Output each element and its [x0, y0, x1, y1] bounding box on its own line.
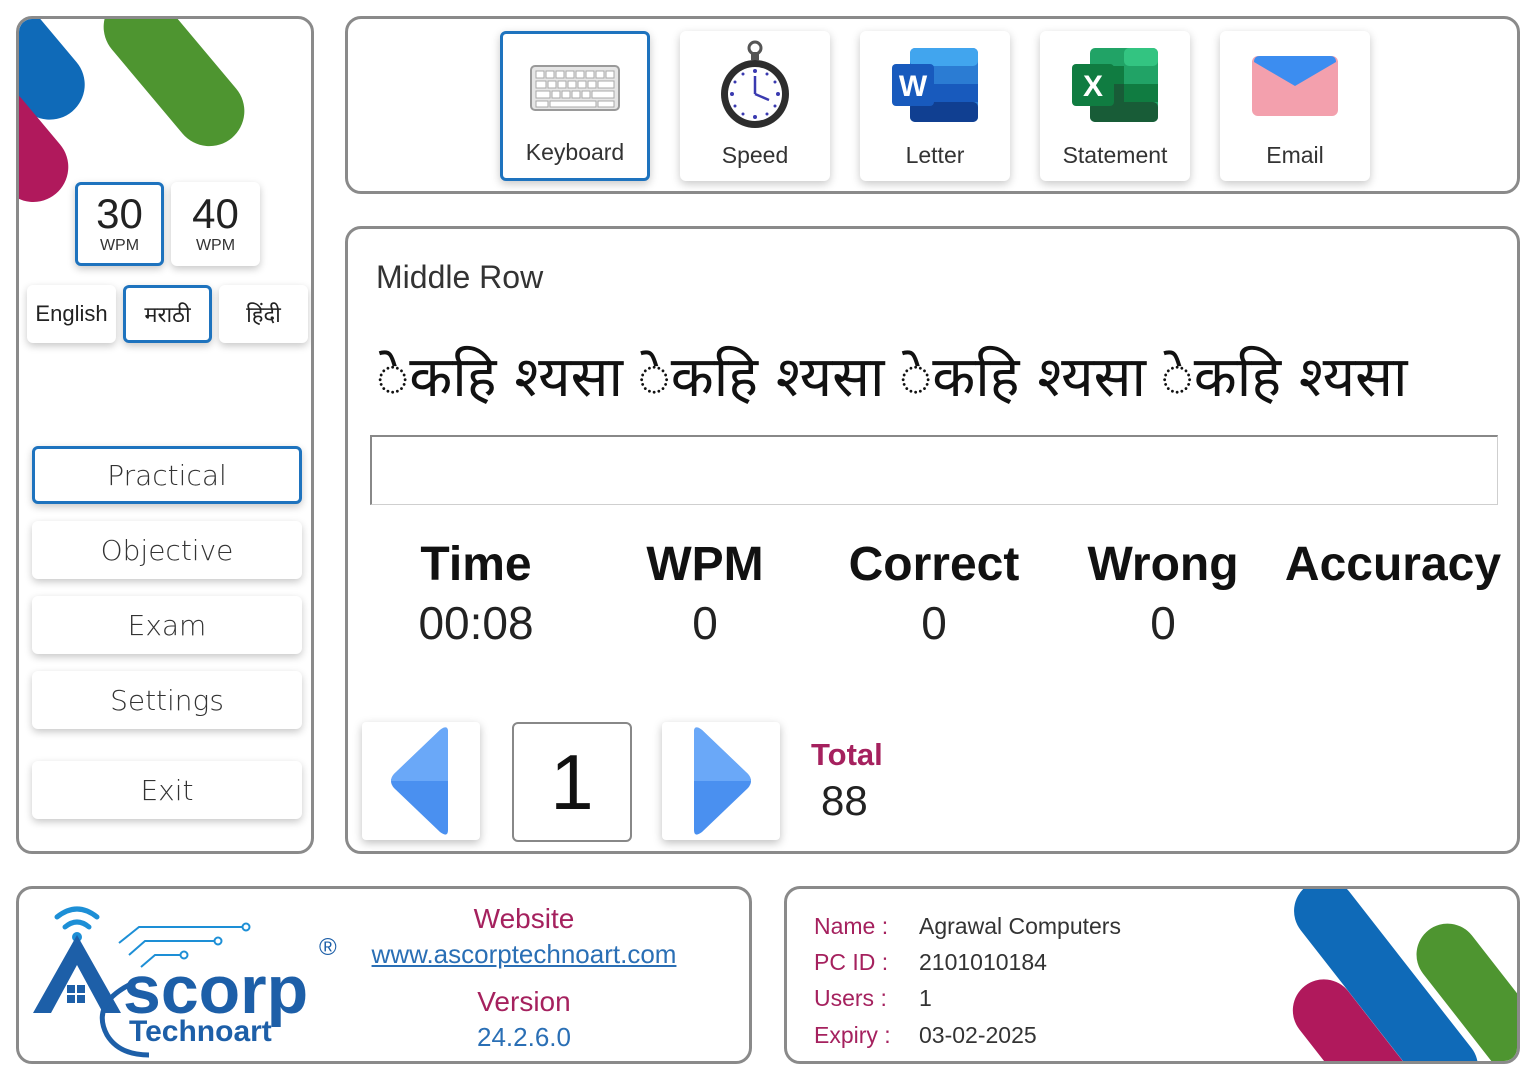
speed-unit: WPM: [195, 237, 236, 254]
stat-label: WPM: [646, 538, 764, 591]
language-english-button[interactable]: English: [27, 285, 116, 343]
speed-value: 30: [96, 190, 143, 237]
settings-button[interactable]: Settings: [32, 671, 302, 729]
page-number: 1: [512, 722, 632, 842]
users-value: 1: [919, 985, 932, 1011]
statement-tool-button[interactable]: X Statement: [1040, 31, 1190, 181]
stat-label: Accuracy: [1284, 538, 1502, 591]
expiry-label: Expiry :: [814, 1022, 891, 1048]
objective-button[interactable]: Objective: [32, 521, 302, 579]
stat-value: 0: [1150, 597, 1176, 649]
excel-icon: X: [1040, 45, 1190, 125]
speed-tool-button[interactable]: Speed: [680, 31, 830, 181]
tool-label: Keyboard: [525, 139, 625, 165]
stat-value: 00:08: [418, 597, 534, 649]
brand-stripe-green: [89, 19, 259, 161]
svg-text:X: X: [1083, 70, 1103, 103]
stopwatch-icon: [680, 40, 830, 128]
brand-registered: ®: [319, 934, 337, 961]
email-tool-button[interactable]: Email: [1220, 31, 1370, 181]
menu-label: Practical: [107, 458, 227, 492]
version-value: 24.2.6.0: [477, 1022, 571, 1052]
stat-label: Wrong: [1087, 538, 1239, 591]
total-label: Total: [811, 737, 883, 772]
users-label: Users :: [814, 985, 887, 1011]
speed-30-wpm-button[interactable]: 30 WPM: [75, 182, 164, 266]
speed-40-wpm-button[interactable]: 40 WPM: [171, 182, 260, 266]
pc-id-value: 2101010184: [919, 949, 1047, 975]
speed-value: 40: [192, 190, 239, 237]
menu-label: Exam: [127, 608, 207, 642]
practical-button[interactable]: Practical: [32, 446, 302, 504]
stat-value: 0: [921, 597, 947, 649]
previous-page-button[interactable]: [362, 722, 480, 840]
accuracy-stat: Accuracy: [1283, 537, 1503, 596]
keyboard-icon: [503, 48, 647, 128]
lesson-title: Middle Row: [376, 259, 544, 295]
name-label: Name :: [814, 913, 889, 939]
arrow-left-icon: [391, 727, 448, 835]
stat-label: Time: [420, 538, 532, 591]
sidebar: 30 WPM 40 WPM English मराठी हिंदी Practi…: [16, 16, 314, 854]
word-icon: W: [860, 45, 1010, 125]
email-icon: [1220, 45, 1370, 125]
brand-panel: scorp ® Technoart Website www.ascorptech…: [16, 886, 752, 1064]
language-marathi-button[interactable]: मराठी: [123, 285, 212, 343]
arrow-right-icon: [694, 727, 751, 835]
wrong-stat: Wrong 0: [1053, 537, 1273, 650]
practice-panel: Middle Row ेकहि श्यसा ेकहि श्यसा ेकहि श्…: [345, 226, 1520, 854]
version-label: Version: [477, 986, 571, 1017]
tool-label: Statement: [1062, 142, 1168, 168]
menu-label: Settings: [110, 683, 224, 717]
letter-tool-button[interactable]: W Letter: [860, 31, 1010, 181]
tool-label: Email: [1266, 142, 1324, 168]
tool-bar: Keyboard Speed W Letter X Statement Emai…: [345, 16, 1520, 194]
stat-label: Correct: [848, 538, 1020, 591]
speed-unit: WPM: [99, 237, 140, 254]
license-panel: Name : Agrawal Computers PC ID : 2101010…: [784, 886, 1520, 1064]
language-label: English: [35, 301, 108, 326]
pc-id-label: PC ID :: [814, 949, 889, 975]
time-stat: Time 00:08: [366, 537, 586, 650]
exit-button[interactable]: Exit: [32, 761, 302, 819]
lesson-text: ेकहि श्यसा ेकहि श्यसा ेकहि श्यसा ेकहि श्…: [376, 345, 1408, 410]
website-link[interactable]: www.ascorptechnoart.com: [359, 939, 689, 970]
tool-label: Letter: [905, 142, 965, 168]
expiry-value: 03-02-2025: [919, 1022, 1037, 1048]
name-value: Agrawal Computers: [919, 913, 1121, 939]
language-label: हिंदी: [246, 303, 281, 328]
tool-label: Speed: [721, 142, 789, 168]
menu-label: Exit: [140, 773, 194, 807]
language-hindi-button[interactable]: हिंदी: [219, 285, 308, 343]
wpm-stat: WPM 0: [595, 537, 815, 650]
brand-subtitle: Technoart: [129, 1015, 272, 1048]
menu-label: Objective: [100, 533, 234, 567]
total-value: 88: [821, 777, 868, 824]
next-page-button[interactable]: [662, 722, 780, 840]
typing-input[interactable]: [370, 435, 1498, 505]
stat-value: 0: [692, 597, 718, 649]
svg-text:W: W: [899, 70, 928, 103]
language-label: मराठी: [144, 303, 191, 328]
correct-stat: Correct 0: [824, 537, 1044, 650]
website-label: Website: [473, 903, 575, 934]
ascorp-logo: scorp ® Technoart: [29, 895, 349, 1060]
keyboard-tool-button[interactable]: Keyboard: [500, 31, 650, 181]
exam-button[interactable]: Exam: [32, 596, 302, 654]
